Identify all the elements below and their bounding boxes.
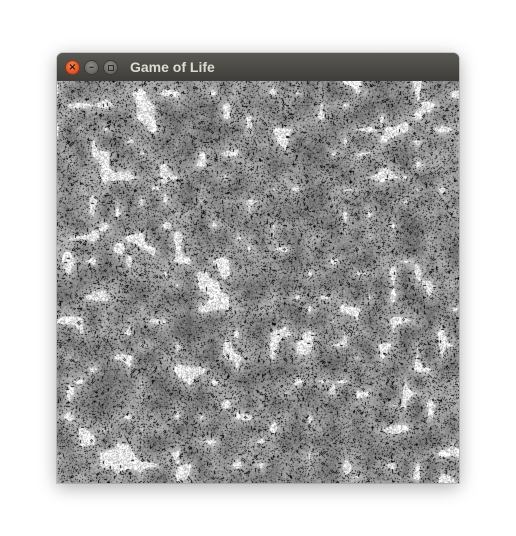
close-button[interactable]: ×: [65, 60, 80, 75]
maximize-button[interactable]: [103, 60, 118, 75]
window-title: Game of Life: [130, 59, 215, 75]
minimize-icon: –: [89, 61, 94, 73]
close-icon: ×: [68, 61, 77, 73]
app-window: × – Game of Life: [57, 53, 459, 483]
minimize-button[interactable]: –: [84, 60, 99, 75]
title-bar[interactable]: × – Game of Life: [57, 53, 459, 82]
game-board[interactable]: [57, 81, 459, 483]
maximize-icon: [107, 64, 114, 71]
